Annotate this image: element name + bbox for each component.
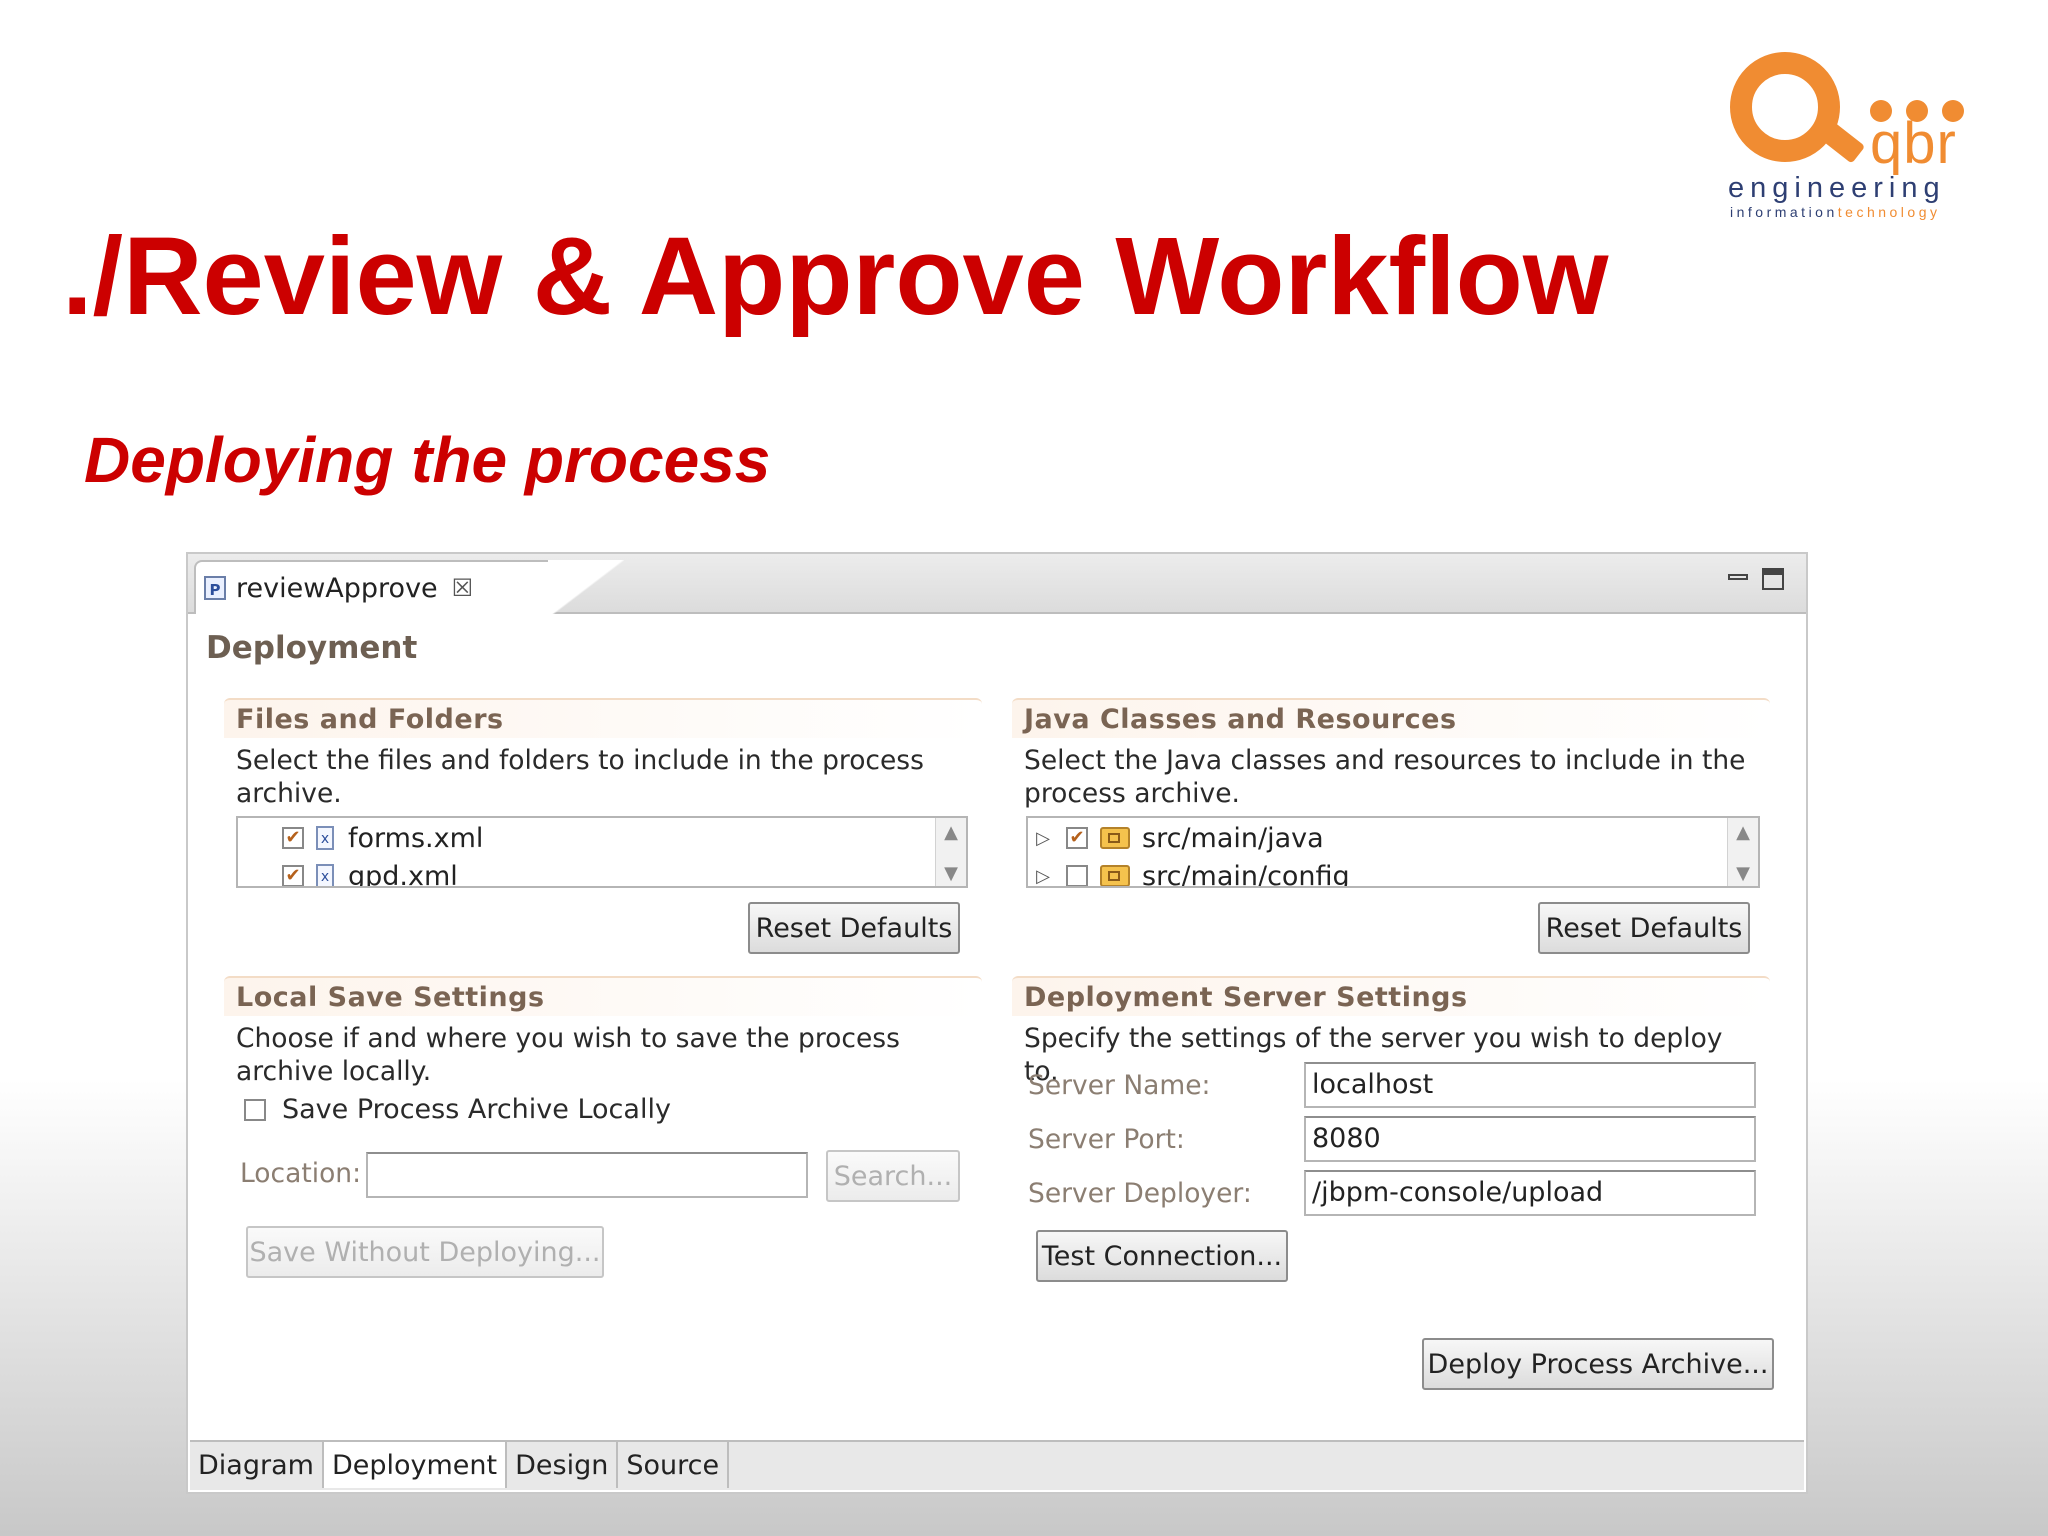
process-file-icon: P (204, 576, 226, 600)
scroll-down-icon[interactable]: ▼ (1728, 863, 1758, 884)
save-locally-checkbox[interactable] (244, 1098, 266, 1121)
logo-tagline: engineering (1728, 172, 1946, 204)
source-folder-icon (1100, 865, 1130, 886)
expand-arrow-icon[interactable]: ▷ (1030, 828, 1056, 849)
scroll-down-icon[interactable]: ▼ (936, 863, 966, 884)
location-input[interactable] (366, 1152, 808, 1198)
tab-source[interactable]: Source (618, 1442, 730, 1488)
editor-tabbar: P reviewApprove ☒ (188, 554, 1806, 618)
minimize-icon[interactable] (1728, 568, 1750, 590)
files-reset-defaults-button[interactable]: Reset Defaults (748, 902, 960, 954)
tab-deployment[interactable]: Deployment (323, 1442, 508, 1488)
java-classes-list[interactable]: ▷ ✔ src/main/java ▷ src/main/config ▲ ▼ (1026, 816, 1760, 888)
list-item-label: src/main/java (1142, 822, 1324, 854)
list-item-label: gpd.xml (348, 860, 458, 888)
list-item[interactable]: ▷ ✔ src/main/java (1030, 820, 1324, 856)
tab-diagram[interactable]: Diagram (190, 1442, 324, 1488)
save-locally-label: Save Process Archive Locally (282, 1094, 671, 1125)
server-deployer-label: Server Deployer: (1028, 1178, 1252, 1209)
server-name-input[interactable]: localhost (1304, 1062, 1756, 1108)
page-heading: Deployment (206, 630, 418, 666)
source-folder-icon (1100, 827, 1130, 849)
save-without-deploying-button[interactable]: Save Without Deploying... (246, 1226, 604, 1278)
deployment-editor: P reviewApprove ☒ Deployment Files and F… (186, 552, 1808, 1494)
list-item-label: forms.xml (348, 822, 484, 854)
section-description: Select the files and folders to include … (236, 745, 924, 809)
section-header: Files and Folders (224, 698, 982, 738)
files-folders-section: Files and Folders Select the files and f… (224, 698, 982, 810)
slide-title: ./Review & Approve Workflow (62, 215, 1609, 338)
search-button[interactable]: Search... (826, 1150, 960, 1202)
scroll-up-icon[interactable]: ▲ (936, 822, 966, 843)
deploy-process-archive-button[interactable]: Deploy Process Archive... (1422, 1338, 1774, 1390)
location-label: Location: (240, 1158, 362, 1189)
slide-subtitle: Deploying the process (84, 424, 771, 496)
server-name-label: Server Name: (1028, 1070, 1211, 1101)
checkbox-checked[interactable]: ✔ (282, 827, 304, 849)
java-reset-defaults-button[interactable]: Reset Defaults (1538, 902, 1750, 954)
section-description: Choose if and where you wish to save the… (236, 1023, 900, 1087)
list-item[interactable]: ▷ src/main/config (1030, 858, 1350, 888)
checkbox-checked[interactable]: ✔ (1066, 827, 1088, 849)
checkbox-checked[interactable]: ✔ (282, 865, 304, 886)
section-header: Local Save Settings (224, 976, 982, 1016)
list-scrollbar[interactable]: ▲ ▼ (1727, 818, 1758, 886)
save-locally-checkbox-row[interactable]: Save Process Archive Locally (244, 1094, 671, 1125)
server-deployer-input[interactable]: /jbpm-console/upload (1304, 1170, 1756, 1216)
editor-tab-review-approve[interactable]: P reviewApprove ☒ (194, 560, 624, 618)
expand-arrow-icon[interactable]: ▷ (1030, 866, 1056, 887)
bottom-tabbar: Diagram Deployment Design Source (190, 1440, 1804, 1490)
files-list[interactable]: ✔ x forms.xml ✔ x gpd.xml ▲ ▼ (236, 816, 968, 888)
maximize-icon[interactable] (1762, 568, 1784, 590)
qbr-logo: qbr engineering informationtechnology (1720, 44, 1990, 224)
list-item[interactable]: ✔ x gpd.xml (282, 858, 458, 888)
logo-brand: qbr (1870, 111, 1957, 176)
scroll-up-icon[interactable]: ▲ (1728, 822, 1758, 843)
server-port-label: Server Port: (1028, 1124, 1185, 1155)
section-header: Deployment Server Settings (1012, 976, 1770, 1016)
section-description: Select the Java classes and resources to… (1024, 745, 1746, 809)
java-classes-section: Java Classes and Resources Select the Ja… (1012, 698, 1770, 810)
list-item-label: src/main/config (1142, 860, 1350, 888)
local-save-section: Local Save Settings Choose if and where … (224, 976, 982, 1088)
checkbox-unchecked[interactable] (1066, 865, 1088, 886)
editor-tab-label: reviewApprove (236, 572, 438, 604)
xml-file-icon: x (316, 826, 334, 850)
logo-q-mark (1730, 52, 1840, 162)
xml-file-icon: x (316, 864, 334, 886)
section-header: Java Classes and Resources (1012, 698, 1770, 738)
test-connection-button[interactable]: Test Connection... (1036, 1230, 1288, 1282)
server-port-input[interactable]: 8080 (1304, 1116, 1756, 1162)
list-item[interactable]: ✔ x forms.xml (282, 820, 483, 856)
list-scrollbar[interactable]: ▲ ▼ (935, 818, 966, 886)
logo-subtagline: informationtechnology (1730, 204, 1941, 220)
close-icon[interactable]: ☒ (452, 574, 474, 602)
tab-design[interactable]: Design (507, 1442, 619, 1488)
